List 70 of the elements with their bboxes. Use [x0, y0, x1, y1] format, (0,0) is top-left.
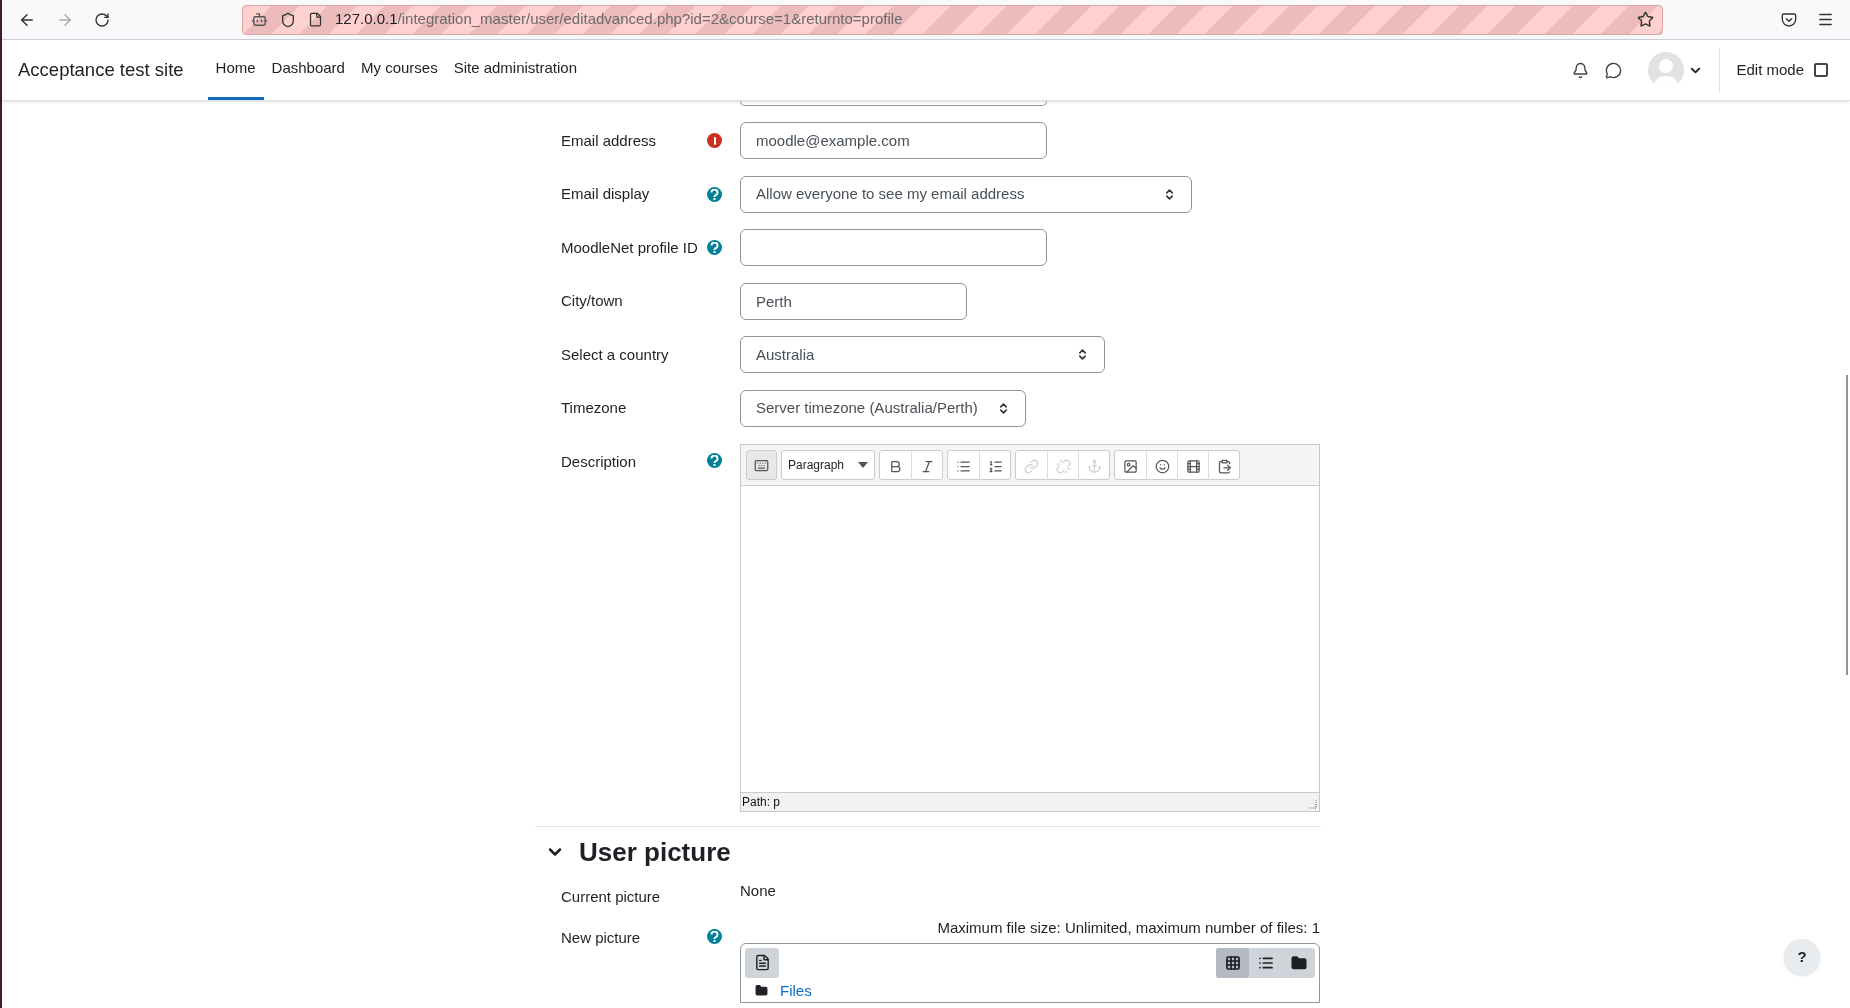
help-icon[interactable]	[707, 186, 722, 202]
url-text[interactable]: 127.0.0.1/integration_master/user/editadvanced.php?id=2&course=1&returnto=profile	[335, 8, 903, 31]
field-label: MoodleNet profile ID	[560, 237, 699, 258]
bookmark-star-icon[interactable]	[1637, 11, 1654, 28]
nav-link[interactable]: Site administration	[445, 40, 586, 100]
field-label: Email address	[560, 130, 658, 151]
field-label: Select a country	[560, 344, 670, 365]
nav-link[interactable]: Home	[207, 40, 264, 100]
messages-icon[interactable]	[1605, 61, 1623, 79]
paragraph-dropdown[interactable]: Paragraph	[781, 450, 875, 480]
link-icon	[1024, 458, 1039, 474]
resize-grip-icon[interactable]	[1307, 799, 1317, 809]
section-heading[interactable]: User picture	[579, 832, 731, 872]
element-path: Path: p	[742, 794, 781, 811]
unlink-icon	[1055, 458, 1071, 474]
list-icon	[1257, 954, 1274, 971]
field-label: Description	[560, 452, 638, 472]
field-label: Current picture	[560, 887, 662, 907]
bold-icon	[888, 458, 903, 474]
folder-icon	[755, 983, 768, 997]
nav-link[interactable]: Dashboard	[263, 40, 353, 100]
folder-link[interactable]: Files	[780, 982, 812, 998]
view-button[interactable]	[1216, 947, 1249, 978]
select-dropdown[interactable]: Australia	[740, 336, 1105, 374]
image-icon	[1123, 458, 1138, 474]
current-picture-value: None	[740, 881, 776, 901]
edit-mode-label: Edit mode	[1736, 59, 1804, 80]
file-icon	[753, 954, 771, 971]
italic-icon	[919, 458, 935, 474]
keyboard-icon	[754, 457, 769, 473]
help-button[interactable]: ?	[1784, 939, 1820, 975]
select-arrows-icon	[1163, 187, 1176, 201]
address-bar[interactable]: 127.0.0.1/integration_master/user/editadvanced.php?id=2&course=1&returnto=profile	[242, 4, 1663, 35]
grid-icon	[1224, 954, 1241, 971]
field-label: Email display	[560, 184, 651, 204]
field-label: Timezone	[560, 398, 628, 418]
text-field[interactable]: moodle@example.com	[740, 122, 1047, 160]
reload-icon[interactable]	[94, 11, 110, 28]
scrollbar-thumb[interactable]	[1846, 375, 1848, 675]
field-label: New picture	[560, 928, 642, 948]
file-limits-text: Maximum file size: Unlimited, maximum number of files: 1	[937, 918, 1320, 938]
pocket-icon[interactable]	[1781, 11, 1797, 28]
bullets-icon	[956, 458, 971, 474]
dropdown-caret-icon	[858, 462, 868, 468]
select-arrows-icon	[997, 401, 1010, 415]
shield-icon[interactable]	[280, 11, 296, 28]
anchor-icon	[1086, 458, 1102, 474]
menu-icon[interactable]	[1817, 11, 1834, 28]
field-label: City/town	[560, 291, 624, 311]
edit-mode-checkbox[interactable]	[1814, 63, 1828, 77]
site-name[interactable]: Acceptance test site	[18, 56, 184, 84]
robot-icon	[251, 11, 268, 28]
text-field[interactable]: Perth	[740, 282, 967, 320]
folder-icon	[1290, 954, 1307, 971]
add-file-button[interactable]	[745, 947, 779, 978]
page-icon	[308, 12, 323, 27]
help-icon[interactable]	[707, 929, 722, 944]
notifications-icon[interactable]	[1572, 61, 1590, 79]
media-icon	[1185, 458, 1201, 474]
help-icon[interactable]	[707, 453, 722, 468]
nav-link[interactable]: My courses	[352, 40, 446, 100]
keyboard-button[interactable]	[746, 450, 777, 480]
select-dropdown[interactable]: Server timezone (Australia/Perth)	[740, 389, 1026, 427]
select-dropdown[interactable]: Allow everyone to see my email address	[740, 175, 1192, 213]
numbers-icon	[987, 458, 1003, 474]
help-icon[interactable]	[707, 240, 722, 256]
emoji-icon	[1154, 458, 1170, 474]
text-field[interactable]	[740, 229, 1047, 267]
files-icon	[1216, 458, 1232, 474]
select-arrows-icon	[1076, 348, 1089, 362]
